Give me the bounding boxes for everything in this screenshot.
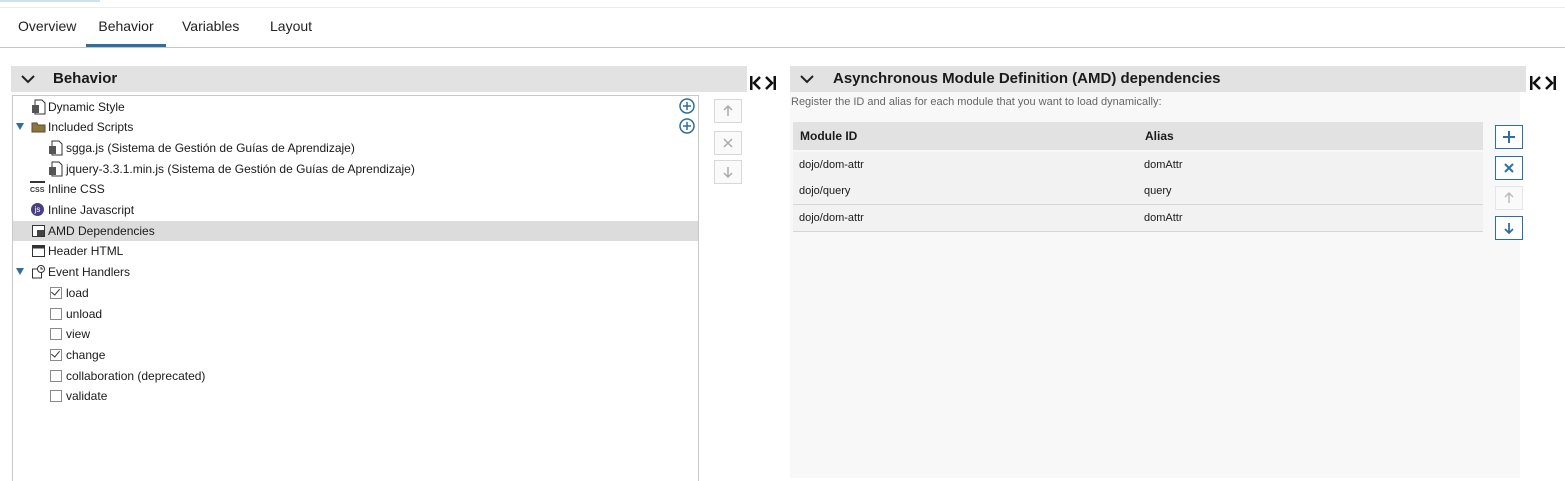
tree-item-label: Dynamic Style — [48, 100, 125, 114]
tab-behavior[interactable]: Behavior — [86, 8, 166, 47]
chevron-down-icon[interactable] — [798, 69, 816, 89]
script-file-icon — [49, 140, 63, 156]
column-header-alias[interactable]: Alias — [1145, 122, 1174, 150]
behavior-tree: Dynamic Style Included Scripts sgga.js (… — [12, 95, 699, 481]
tree-item-dynamic-style[interactable]: Dynamic Style — [13, 97, 698, 117]
move-row-up-button[interactable] — [1495, 186, 1523, 210]
script-file-icon — [49, 161, 63, 177]
event-item-unload: unload — [13, 304, 698, 324]
event-label: collaboration (deprecated) — [66, 369, 206, 383]
module-id-cell[interactable]: dojo/query — [799, 178, 850, 204]
delete-row-button[interactable] — [1495, 156, 1523, 180]
tree-item-jquery-js[interactable]: jquery-3.3.1.min.js (Sistema de Gestión … — [13, 159, 698, 179]
arrow-up-icon — [723, 104, 733, 116]
event-checkbox[interactable] — [50, 287, 62, 299]
tree-item-event-handlers[interactable]: Event Handlers — [13, 262, 698, 282]
arrow-down-icon — [723, 167, 733, 179]
panel-title: Asynchronous Module Definition (AMD) dep… — [833, 70, 1221, 87]
event-checkbox[interactable] — [50, 308, 62, 320]
event-label: validate — [66, 389, 108, 403]
event-item-validate: validate — [13, 386, 698, 406]
table-header: Module ID Alias — [793, 122, 1483, 150]
table-row[interactable]: dojo/dom-attr domAttr — [793, 205, 1483, 232]
tab-bar: Overview Behavior Variables Layout — [0, 8, 1565, 48]
arrow-up-icon — [1504, 191, 1514, 203]
remove-button[interactable] — [714, 131, 742, 155]
event-item-load: load — [13, 283, 698, 303]
arrow-down-icon — [1504, 223, 1514, 235]
alias-cell[interactable]: query — [1144, 178, 1172, 204]
expand-triangle-icon[interactable] — [16, 268, 24, 275]
tree-item-label: Inline Javascript — [48, 203, 135, 217]
amd-description: Register the ID and alias for each modul… — [791, 96, 1162, 108]
js-icon: js — [31, 203, 44, 216]
module-id-cell[interactable]: dojo/dom-attr — [799, 152, 864, 178]
tree-item-header-html[interactable]: Header HTML — [13, 241, 698, 261]
tab-variables[interactable]: Variables — [182, 8, 239, 47]
event-checkbox[interactable] — [50, 328, 62, 340]
event-label: unload — [66, 307, 103, 321]
amd-icon — [32, 225, 45, 237]
tree-item-label: jquery-3.3.1.min.js (Sistema de Gestión … — [66, 162, 415, 176]
event-item-change: change — [13, 345, 698, 365]
add-row-button[interactable] — [1495, 125, 1523, 149]
move-down-button[interactable] — [714, 160, 742, 184]
add-circle-icon[interactable] — [679, 98, 695, 114]
tree-item-included-scripts[interactable]: Included Scripts — [13, 117, 698, 137]
move-up-button[interactable] — [714, 99, 742, 123]
close-icon — [723, 138, 733, 148]
css-icon: CSS — [30, 181, 45, 196]
panel-title: Behavior — [53, 70, 118, 87]
event-checkbox[interactable] — [50, 390, 62, 402]
tree-item-amd-dependencies[interactable]: AMD Dependencies — [13, 221, 698, 241]
alias-cell[interactable]: domAttr — [1144, 205, 1183, 231]
event-label: load — [66, 286, 89, 300]
event-checkbox[interactable] — [50, 370, 62, 382]
event-item-collaboration: collaboration (deprecated) — [13, 366, 698, 386]
top-accent-line — [0, 0, 100, 2]
chevron-down-icon[interactable] — [19, 69, 37, 89]
event-item-view: view — [13, 324, 698, 344]
tree-item-label: AMD Dependencies — [48, 224, 155, 238]
html-header-icon — [32, 245, 45, 257]
tree-item-label: sgga.js (Sistema de Gestión de Guías de … — [66, 141, 355, 155]
behavior-panel-header[interactable]: Behavior — [11, 66, 747, 92]
tree-item-label: Included Scripts — [48, 120, 134, 134]
collapse-panel-icon[interactable] — [1529, 74, 1557, 92]
script-file-icon — [32, 99, 46, 115]
tree-item-label: Event Handlers — [48, 265, 131, 279]
tree-item-sgga-js[interactable]: sgga.js (Sistema de Gestión de Guías de … — [13, 138, 698, 158]
table-row[interactable]: dojo/query query — [793, 178, 1483, 205]
table-row[interactable]: dojo/dom-attr domAttr — [793, 152, 1483, 179]
add-circle-icon[interactable] — [679, 118, 695, 134]
tab-overview[interactable]: Overview — [18, 8, 76, 47]
folder-icon — [31, 122, 46, 133]
tab-layout[interactable]: Layout — [270, 8, 312, 47]
tree-item-inline-css[interactable]: CSS Inline CSS — [13, 179, 698, 199]
event-label: view — [66, 327, 91, 341]
plus-icon — [1503, 131, 1515, 143]
tree-item-label: Header HTML — [48, 244, 124, 258]
event-label: change — [66, 348, 106, 362]
tree-item-inline-javascript[interactable]: js Inline Javascript — [13, 200, 698, 220]
amd-panel-header[interactable]: Asynchronous Module Definition (AMD) dep… — [790, 66, 1526, 92]
collapse-panel-icon[interactable] — [749, 74, 777, 92]
event-checkbox[interactable] — [50, 349, 62, 361]
alias-cell[interactable]: domAttr — [1144, 152, 1183, 178]
expand-triangle-icon[interactable] — [16, 123, 24, 130]
move-row-down-button[interactable] — [1495, 216, 1523, 240]
close-icon — [1504, 163, 1514, 173]
column-header-module-id[interactable]: Module ID — [800, 122, 857, 150]
event-handler-icon — [32, 265, 45, 279]
tree-item-label: Inline CSS — [48, 182, 105, 196]
module-id-cell[interactable]: dojo/dom-attr — [799, 205, 864, 231]
